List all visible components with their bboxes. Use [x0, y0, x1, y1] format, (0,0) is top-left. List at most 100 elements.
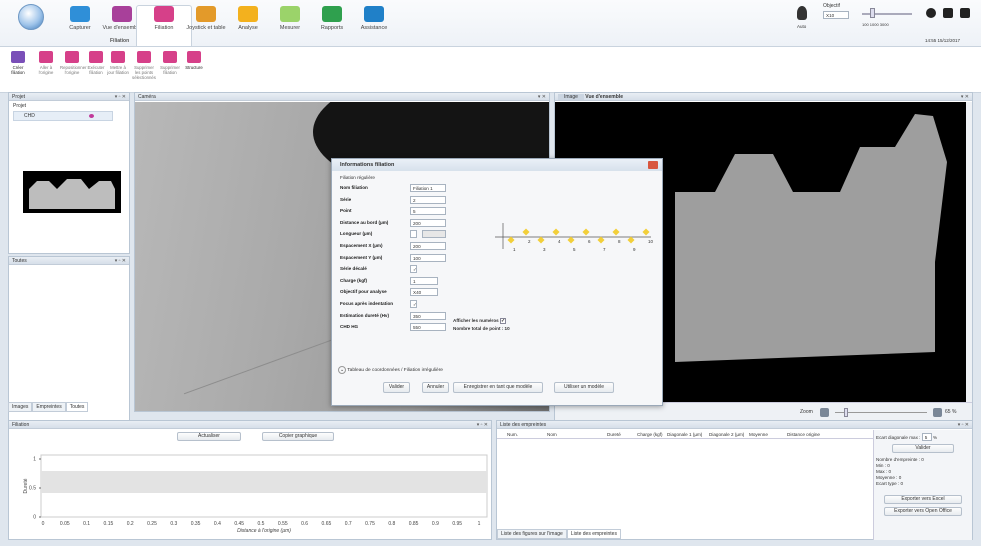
zoom-slider[interactable] [835, 412, 927, 413]
tab-figures[interactable]: Liste des figures sur l'image [497, 529, 567, 539]
point-number: 8 [618, 239, 621, 244]
field-input[interactable]: 200 [410, 242, 446, 250]
tab-overview[interactable]: Vue d'ensemble [585, 94, 623, 100]
longueur-input[interactable] [422, 230, 446, 239]
ecart-input[interactable]: 5 [921, 433, 932, 441]
tab-images[interactable]: Images [8, 402, 33, 412]
tree-root[interactable]: Projet [9, 101, 129, 111]
tool-1[interactable]: Aller à l'origine [34, 51, 58, 75]
column-header[interactable]: Distance origine [787, 432, 820, 437]
chart-band [41, 471, 487, 493]
field-input[interactable]: Filiation 1 [410, 184, 446, 192]
field-input[interactable]: 100 [410, 253, 446, 262]
field-label: Objectif pour analyse [340, 289, 387, 295]
zoom-out-icon[interactable] [820, 408, 829, 417]
export-excel-button[interactable]: Exporter vers Excel [884, 495, 962, 504]
indent-point[interactable] [597, 236, 605, 244]
copy-chart-button[interactable]: Copier graphique [262, 432, 334, 441]
export-openoffice-button[interactable]: Exporter vers Open Office [884, 507, 962, 516]
camera-header: Caméra ▾ ✕ [135, 93, 549, 101]
tab-empreintes[interactable]: Empreintes [32, 402, 66, 412]
help-icon[interactable] [926, 8, 936, 18]
indent-point[interactable] [507, 236, 515, 244]
tool-2[interactable]: Repositionner l'origine [60, 51, 87, 75]
field-input[interactable]: 550 [410, 323, 446, 332]
zoom-in-icon[interactable] [933, 408, 942, 417]
column-header[interactable]: Diagonale 2 (µm) [709, 432, 744, 437]
tool-3[interactable]: Exécuter filiation [84, 51, 108, 75]
pane-close-icon[interactable]: ▾ ▫ ✕ [958, 421, 969, 429]
column-header[interactable]: Dureté [607, 432, 621, 437]
indent-point[interactable] [552, 228, 560, 236]
expand-chevron-icon[interactable]: ⌄ [338, 366, 346, 374]
field-input[interactable]: X40 [410, 288, 438, 297]
overview-scrollbar[interactable] [966, 102, 972, 402]
close-window-icon[interactable] [960, 8, 970, 18]
application-menu-icon[interactable] [18, 4, 44, 30]
tree-item-chd[interactable]: CHD [13, 111, 113, 121]
light-slider-thumb[interactable] [870, 8, 875, 18]
field-input[interactable]: 2 [410, 195, 446, 204]
tab-7[interactable]: Assistance [346, 6, 402, 31]
field-input[interactable]: 5 [410, 207, 446, 216]
field-input[interactable]: 200 [410, 218, 446, 227]
empreintes-side: Ecart diagonale max : 5 % Valider Nombre… [873, 430, 972, 540]
indent-point[interactable] [522, 228, 530, 236]
indent-point[interactable] [582, 228, 590, 236]
tool-6[interactable]: Supprimer filiation [158, 51, 182, 75]
column-header[interactable]: Diagonale 1 (µm) [667, 432, 702, 437]
objective-select[interactable]: X10 [823, 11, 849, 19]
save-template-button[interactable]: Enregistrer en tant que modèle [453, 382, 543, 393]
table-link-row[interactable]: ⌄ Tableau de coordonnées / Filiation irr… [338, 366, 443, 374]
ecart-label: Ecart diagonale max : [876, 435, 921, 440]
tool-5[interactable]: Supprimer les points sélectionnés [132, 51, 156, 80]
valider-button[interactable]: Valider [383, 382, 410, 393]
ecart-valider-button[interactable]: Valider [892, 444, 954, 453]
annuler-button[interactable]: Annuler [422, 382, 449, 393]
field-checkbox[interactable]: ✓ [410, 265, 417, 274]
empreintes-panel: Liste des empreintes ▾ ▫ ✕ Num. Nom Dureté C… [496, 420, 973, 540]
field-checkbox[interactable] [410, 230, 417, 239]
pane-close-icon[interactable]: ▾ ▫ ✕ [115, 257, 126, 265]
actualiser-button[interactable]: Actualiser [177, 432, 241, 441]
tool-label: Supprimer les points sélectionnés [132, 65, 156, 80]
y-tick-label: 0 [33, 515, 36, 521]
column-header[interactable]: Moyenne [749, 432, 768, 437]
pane-close-icon[interactable]: ▾ ▫ ✕ [477, 421, 488, 429]
field-input[interactable]: 350 [410, 311, 446, 320]
dialog-close-icon[interactable] [648, 161, 658, 169]
use-template-button[interactable]: Utiliser un modèle [554, 382, 614, 393]
field-checkbox[interactable]: ✓ [410, 300, 417, 308]
field-input[interactable]: 1 [410, 276, 438, 285]
pane-close-icon[interactable]: ▾ ✕ [538, 93, 546, 101]
tool-4[interactable]: Mettre à jour filiation [106, 51, 130, 75]
table-link-label[interactable]: Tableau de coordonnées / Filiation irrég… [347, 368, 443, 373]
pane-close-icon[interactable]: ▾ ✕ [961, 93, 969, 101]
column-header[interactable]: Num. [507, 432, 518, 437]
zoom-slider-thumb[interactable] [844, 408, 848, 417]
tab-icon [154, 6, 174, 22]
tool-7[interactable]: Structure [182, 51, 206, 70]
indent-point[interactable] [537, 236, 545, 244]
minimize-icon[interactable] [943, 8, 953, 18]
field-label: Longueur (µm) [340, 231, 373, 237]
tool-0[interactable]: Créer filiation [6, 51, 30, 75]
datetime-label: 14:55 15/12/2017 [925, 38, 961, 43]
tab-empreintes-list[interactable]: Liste des empreintes [566, 529, 621, 539]
indent-point[interactable] [612, 228, 620, 236]
tab-toutes[interactable]: Toutes [65, 402, 89, 412]
indent-point[interactable] [627, 236, 635, 244]
indent-point[interactable] [567, 236, 575, 244]
thumbnail-image[interactable] [23, 171, 121, 213]
x-tick-label: 0.2 [127, 521, 134, 527]
x-tick-label: 0.9 [432, 521, 439, 527]
column-header[interactable]: Nom [547, 432, 557, 437]
tab-icon [364, 6, 384, 22]
ecart-row: Ecart diagonale max : 5 % [876, 433, 970, 441]
indent-point[interactable] [642, 228, 650, 236]
show-numbers-checkbox[interactable]: ✓ [499, 318, 506, 324]
pane-close-icon[interactable]: ▾ ▫ ✕ [115, 93, 126, 101]
column-header[interactable]: Charge (kgf) [637, 432, 663, 437]
auto-focus-icon[interactable] [797, 6, 807, 20]
tab-image[interactable]: Image [558, 94, 584, 100]
